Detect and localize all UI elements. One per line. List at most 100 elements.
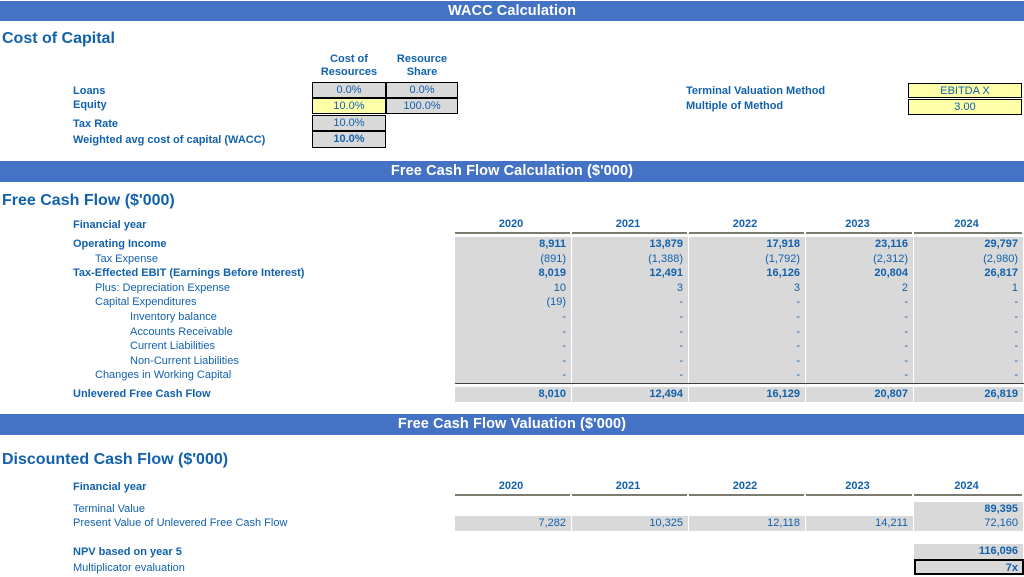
fcf-data-cell: 8,019 xyxy=(455,266,572,281)
fcf-data-cell: 8,911 xyxy=(455,237,572,252)
coc-row-label-loans: Loans xyxy=(73,85,106,97)
fcf-row-label: Tax-Effected EBIT (Earnings Before Inter… xyxy=(73,267,305,280)
fcf-row-label: Current Liabilities xyxy=(130,340,215,353)
banner-free-cash-flow: Free Cash Flow Calculation ($'000) xyxy=(0,161,1024,182)
fcf-data-cell: (2,312) xyxy=(806,251,914,267)
fcf-data-cell: 23,116 xyxy=(806,237,914,252)
fcf-data-cell: - xyxy=(914,295,1024,310)
dcf-year-header: 2020 xyxy=(498,480,524,492)
fcf-data-cell: - xyxy=(914,368,1024,383)
dcf-npv-value: 116,096 xyxy=(914,544,1024,559)
fcf-data-cell: - xyxy=(572,353,689,369)
coc-row-label-tax-rate: Tax Rate xyxy=(73,118,119,130)
fcf-year-rule xyxy=(914,232,1022,234)
dcf-year-rule xyxy=(455,494,570,496)
fcf-row-label: Operating Income xyxy=(73,238,167,250)
fcf-row-label: Changes in Working Capital xyxy=(95,369,232,382)
dcf-present-value-cell: 14,211 xyxy=(806,516,914,531)
multiple-of-method-label: Multiple of Method xyxy=(686,100,784,112)
fcf-data-cell: 3 xyxy=(572,280,689,296)
dcf-terminal-value-label: Terminal Value xyxy=(73,503,145,515)
coc-cell-loans-share[interactable]: 0.0% xyxy=(386,82,458,98)
fcf-total-cell: 20,807 xyxy=(806,386,914,402)
coc-cell-tax-rate-cost[interactable]: 10.0% xyxy=(312,115,386,131)
fcf-data-cell: - xyxy=(806,295,914,310)
fcf-total-label: Unlevered Free Cash Flow xyxy=(73,387,211,400)
fcf-data-cell: - xyxy=(806,310,914,325)
fcf-year-rule xyxy=(806,232,912,234)
fcf-data-cell: - xyxy=(689,368,806,383)
fcf-financial-year-label: Financial year xyxy=(73,219,147,231)
fcf-data-cell: - xyxy=(914,339,1024,354)
fcf-data-cell: - xyxy=(455,324,572,340)
fcf-total-cell: 12,494 xyxy=(572,386,689,402)
fcf-year-header: 2021 xyxy=(615,218,641,230)
page-title-cost-of-capital: Cost of Capital xyxy=(2,30,115,47)
fcf-data-cell: - xyxy=(689,339,806,354)
fcf-row-label: Tax Expense xyxy=(95,252,158,265)
fcf-data-cell: (1,792) xyxy=(689,251,806,267)
fcf-data-cell: - xyxy=(806,324,914,340)
fcf-data-cell: - xyxy=(689,324,806,340)
multiple-of-method-value[interactable]: 3.00 xyxy=(908,99,1022,115)
coc-cell-wacc-cost[interactable]: 10.0% xyxy=(312,131,386,148)
terminal-valuation-method-value[interactable]: EBITDA X xyxy=(908,83,1022,98)
dcf-year-header: 2024 xyxy=(954,480,979,492)
coc-cell-equity-share[interactable]: 100.0% xyxy=(386,98,458,114)
fcf-data-cell: 13,879 xyxy=(572,237,689,252)
fcf-data-cell: - xyxy=(806,353,914,369)
fcf-data-cell: (19) xyxy=(455,295,572,310)
fcf-row-label: Non-Current Liabilities xyxy=(130,354,239,367)
fcf-year-header: 2024 xyxy=(954,218,979,230)
coc-row-label-equity: Equity xyxy=(73,99,107,111)
fcf-data-cell: - xyxy=(806,339,914,354)
fcf-data-cell: (891) xyxy=(455,251,572,267)
fcf-data-cell: (1,388) xyxy=(572,251,689,267)
fcf-data-cell: - xyxy=(572,295,689,310)
coc-header-cost-of-resources-line1: Cost of xyxy=(330,53,368,65)
dcf-npv-label: NPV based on year 5 xyxy=(73,546,182,558)
fcf-data-cell: 2 xyxy=(806,280,914,296)
fcf-data-cell: 3 xyxy=(689,280,806,296)
dcf-financial-year-label: Financial year xyxy=(73,481,147,493)
banner-wacc-calculation: WACC Calculation xyxy=(0,1,1024,21)
coc-cell-equity-cost[interactable]: 10.0% xyxy=(312,98,386,114)
dcf-year-rule xyxy=(914,494,1022,496)
dcf-present-value-cell: 72,160 xyxy=(914,516,1024,531)
dcf-year-header: 2022 xyxy=(732,480,758,492)
dcf-present-value-cell: 7,282 xyxy=(455,516,572,531)
fcf-data-cell: 20,804 xyxy=(806,266,914,281)
fcf-year-rule xyxy=(572,232,687,234)
fcf-row-label: Plus: Depreciation Expense xyxy=(95,281,231,294)
fcf-data-cell: 17,918 xyxy=(689,237,806,252)
page-title-free-cash-flow: Free Cash Flow ($'000) xyxy=(2,192,175,209)
dcf-present-value-label: Present Value of Unlevered Free Cash Flo… xyxy=(73,517,288,529)
fcf-year-rule xyxy=(689,232,804,234)
fcf-row-label: Capital Expenditures xyxy=(95,296,197,309)
fcf-data-cell: - xyxy=(455,368,572,383)
banner-free-cash-flow-valuation: Free Cash Flow Valuation ($'000) xyxy=(0,414,1024,435)
fcf-data-cell: - xyxy=(572,310,689,325)
fcf-data-cell: - xyxy=(914,324,1024,340)
dcf-year-rule xyxy=(689,494,804,496)
fcf-data-cell: 10 xyxy=(455,280,572,296)
fcf-total-cell: 26,819 xyxy=(914,386,1024,402)
coc-header-cost-of-resources-line2: Resources xyxy=(320,66,378,78)
fcf-year-header: 2023 xyxy=(845,218,870,230)
fcf-data-cell: - xyxy=(572,339,689,354)
fcf-data-cell: - xyxy=(455,339,572,354)
dcf-multiplicator-value[interactable]: 7x xyxy=(914,559,1024,575)
fcf-data-cell: 1 xyxy=(914,280,1024,296)
dcf-year-header: 2021 xyxy=(615,480,641,492)
dcf-year-header: 2023 xyxy=(845,480,870,492)
fcf-data-cell: - xyxy=(689,353,806,369)
dcf-year-rule xyxy=(806,494,912,496)
dcf-present-value-cell: 10,325 xyxy=(572,516,689,531)
fcf-data-cell: (2,980) xyxy=(914,251,1024,267)
coc-cell-loans-cost[interactable]: 0.0% xyxy=(312,82,386,98)
terminal-valuation-method-label: Terminal Valuation Method xyxy=(686,85,826,97)
coc-header-resource-share-line2: Share xyxy=(406,66,438,78)
coc-row-label-wacc: Weighted avg cost of capital (WACC) xyxy=(73,134,266,146)
coc-header-resource-share-line1: Resource xyxy=(396,53,448,65)
fcf-data-cell: - xyxy=(689,295,806,310)
